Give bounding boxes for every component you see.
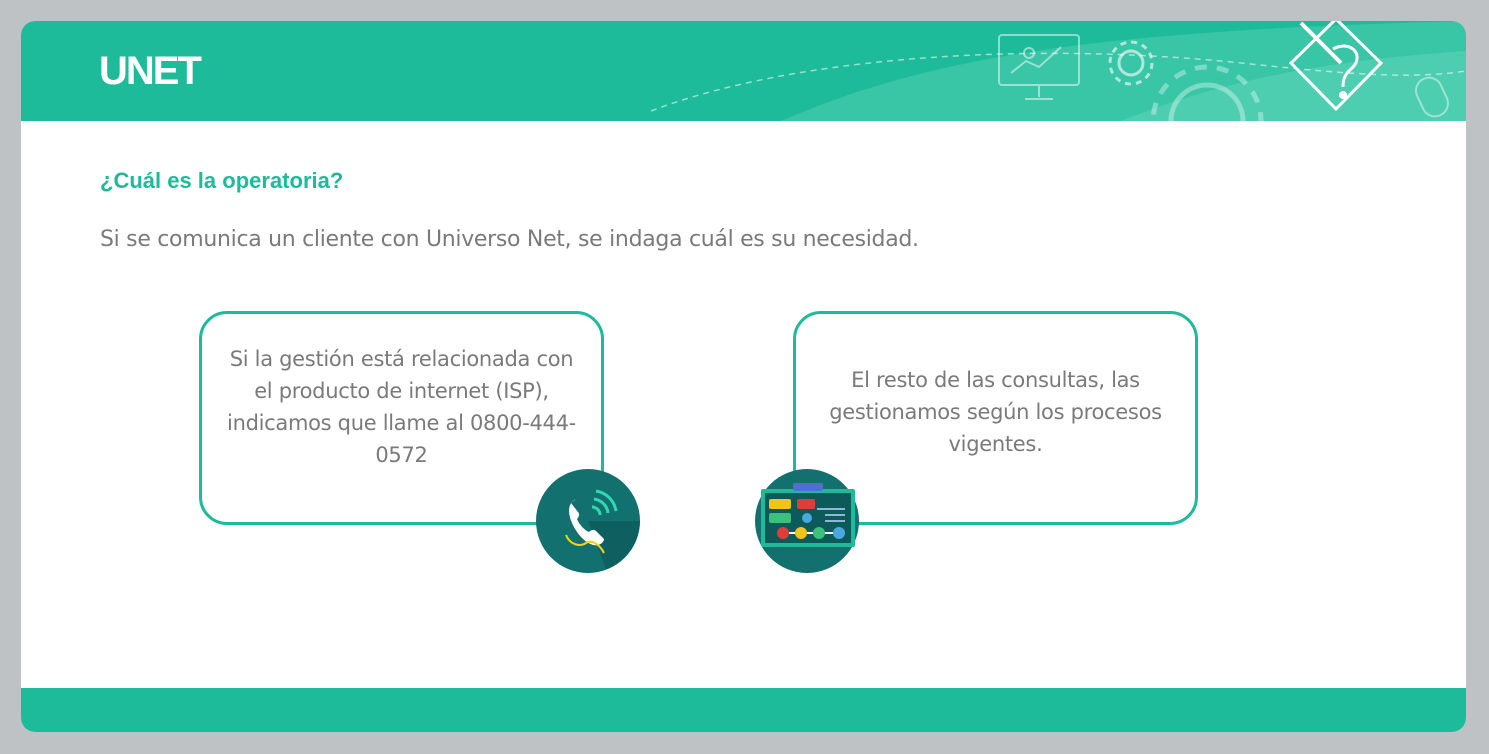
section-heading: ¿Cuál es la operatoria? [100,168,344,193]
isp-info-text: Si la gestión está relacionada con el pr… [227,347,576,467]
other-queries-text: El resto de las consultas, las gestionam… [829,368,1162,456]
intro-text: Si se comunica un cliente con Universo N… [100,227,919,252]
process-board-icon [755,469,859,573]
footer-bar [21,688,1466,732]
slide: UNET ¿Cuál es la operatoria? Si se comun… [21,21,1466,732]
logo-unet: UNET [99,49,202,93]
header-banner: UNET [21,21,1466,121]
phone-icon [536,469,640,573]
header-decoration [650,21,1466,121]
